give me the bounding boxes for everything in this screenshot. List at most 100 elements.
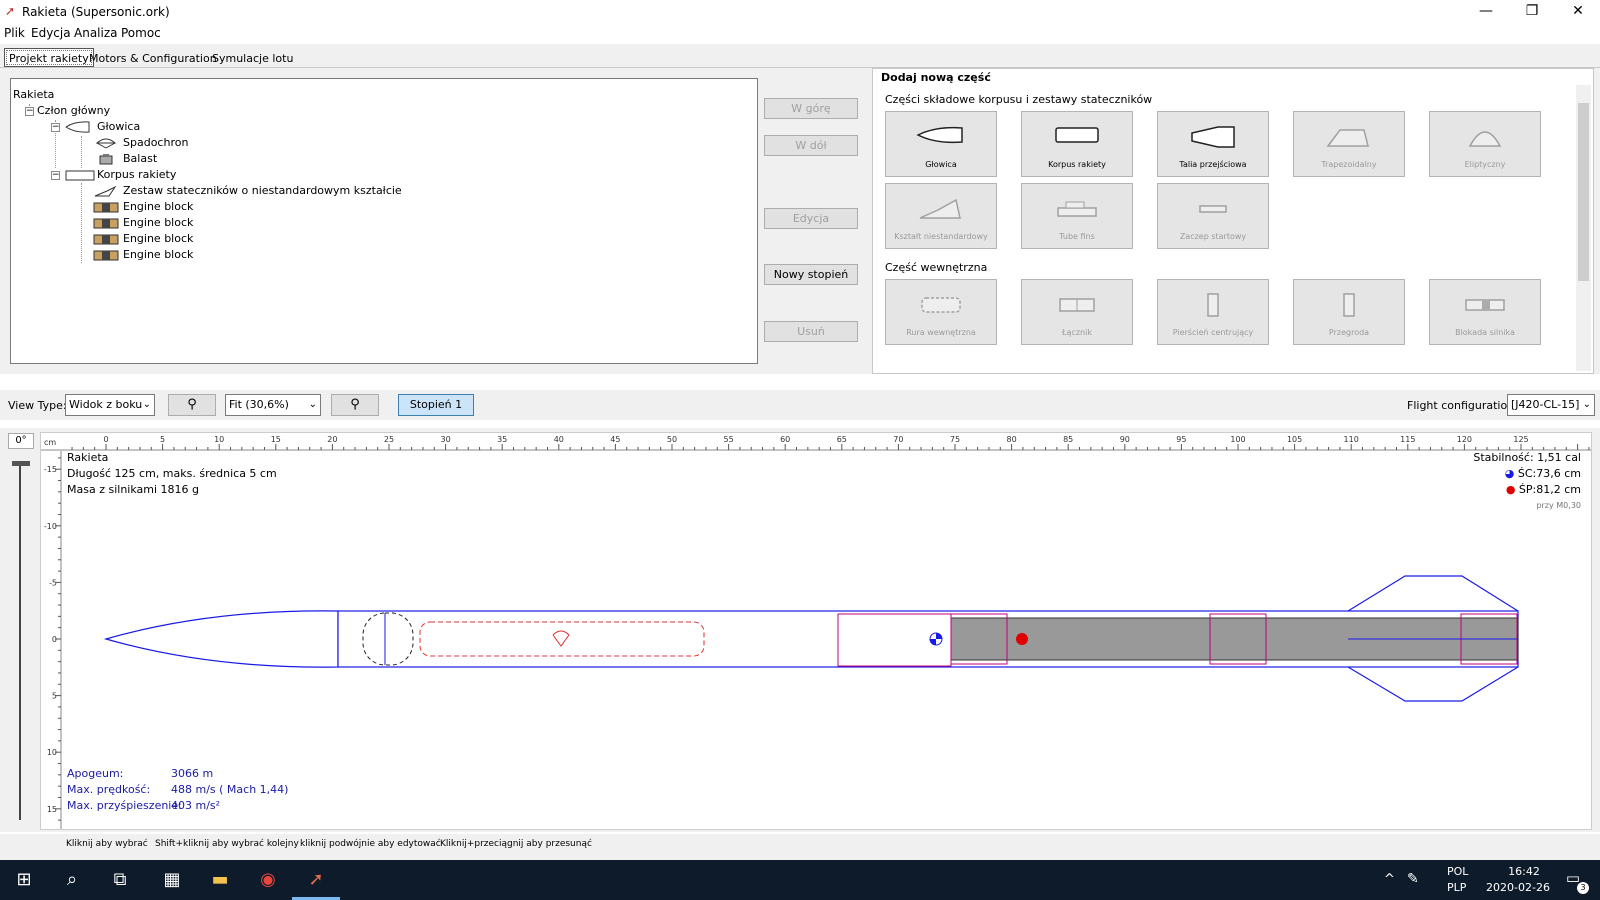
menu-edit[interactable]: Edycja [31, 26, 71, 40]
vertical-ruler: -15-10-5051015 [41, 451, 62, 829]
minimize-button[interactable]: — [1463, 0, 1509, 24]
file-explorer-icon[interactable]: ▬ [196, 860, 244, 900]
tray-chevron-up-icon[interactable]: ^ [1384, 872, 1395, 887]
ruler-tick-label: 85 [1063, 435, 1073, 444]
component-tree[interactable]: Rakieta − Człon główny − Głowica Spadoch… [10, 78, 758, 364]
ruler-tick-label: 40 [554, 435, 564, 444]
collapse-toggle[interactable]: − [51, 171, 60, 180]
rotation-slider[interactable] [12, 456, 36, 826]
openrocket-taskbar-icon[interactable]: ➚ [292, 860, 340, 900]
maximize-button[interactable]: ❐ [1509, 0, 1555, 24]
move-down-button[interactable]: W dół [764, 135, 858, 156]
windows-start-icon[interactable]: ⊞ [0, 860, 48, 900]
menu-help[interactable]: Pomoc [121, 26, 161, 40]
add-launch-lug-button[interactable]: Zaczep startowy [1157, 183, 1269, 249]
max-acceleration-label: Max. przyśpieszenie: [67, 799, 182, 812]
input-language[interactable]: POL [1447, 865, 1468, 878]
hint-bar: Kliknij aby wybrać Shift+kliknij aby wyb… [0, 834, 1600, 862]
nosecone-icon [916, 126, 963, 144]
add-elliptical-fins-button[interactable]: Eliptyczny [1429, 111, 1541, 177]
flight-config-select[interactable]: [J420-CL-15] ⌄ [1507, 394, 1595, 416]
cp-icon: ● [1505, 483, 1516, 496]
clock-date[interactable]: 2020-02-26 [1478, 881, 1558, 894]
add-centering-ring-button[interactable]: Pierścień centrujący [1157, 279, 1269, 345]
tree-item-fins[interactable]: Zestaw stateczników o niestandardowym ks… [123, 183, 402, 199]
add-transition-button[interactable]: Talia przejściowa [1157, 111, 1269, 177]
nosecone-outline[interactable] [103, 610, 339, 668]
zoom-select[interactable]: Fit (30,6%) ⌄ [225, 394, 321, 416]
zoom-in-button[interactable]: ⚲ [168, 394, 216, 416]
tab-motors-configuration[interactable]: Motors & Configuration [84, 48, 222, 67]
view-toolbar: View Type: Widok z boku ⌄ ⚲ Fit (30,6%) ⌄ … [0, 390, 1600, 420]
fin-bottom[interactable] [1347, 666, 1519, 702]
task-view-icon[interactable]: ⧉ [96, 860, 144, 900]
add-nosecone-button[interactable]: Głowica [885, 111, 997, 177]
ruler-tick-label: -15 [44, 465, 57, 474]
palette-title: Dodaj nową część [881, 71, 991, 84]
ruler-tick-label: 55 [724, 435, 734, 444]
rotation-angle: 0° [8, 433, 34, 449]
close-button[interactable]: ✕ [1555, 0, 1600, 24]
view-type-select[interactable]: Widok z boku ⌄ [65, 394, 155, 416]
ruler-tick-label: 0 [103, 435, 108, 444]
add-component-palette: Dodaj nową część Części składowe korpusu… [872, 68, 1594, 374]
menu-file[interactable]: Plik [4, 26, 25, 40]
rocket-dimensions: Długość 125 cm, maks. średnica 5 cm [67, 467, 277, 480]
ruler-tick-label: 45 [610, 435, 620, 444]
zoom-out-button[interactable]: ⚲ [331, 394, 379, 416]
tab-flight-simulations[interactable]: Symulacje lotu [207, 48, 298, 67]
trapezoidal-fins-icon [1326, 129, 1369, 147]
add-coupler-button[interactable]: Łącznik [1021, 279, 1133, 345]
edit-button[interactable]: Edycja [764, 208, 858, 229]
input-layout[interactable]: PLP [1447, 881, 1466, 894]
add-inner-tube-button[interactable]: Rura wewnętrzna [885, 279, 997, 345]
tree-item-engine-block[interactable]: Engine block [123, 199, 193, 215]
add-tube-fins-button[interactable]: Tube fins [1021, 183, 1133, 249]
ruler-tick-label: 60 [780, 435, 790, 444]
chrome-icon[interactable]: ◉ [244, 860, 292, 900]
collapse-toggle[interactable]: − [51, 123, 60, 132]
tree-item-parachute[interactable]: Spadochron [123, 135, 188, 151]
rocket-canvas[interactable]: 0 5 10 15 20 25 30 35 40 45 50 55 60 65 70 75 80 85 90 95 10… [40, 432, 1592, 830]
ruler-tick-label: 125 [1513, 435, 1528, 444]
tree-item-engine-block[interactable]: Engine block [123, 215, 193, 231]
rocket-side-view[interactable] [103, 575, 1519, 702]
collapse-toggle[interactable]: − [25, 107, 34, 116]
hint-double-click: kliknij podwójnie aby edytować [300, 839, 441, 849]
palette-scrollbar[interactable] [1576, 85, 1591, 371]
clock-time[interactable]: 16:42 [1490, 865, 1558, 878]
move-up-button[interactable]: W górę [764, 98, 858, 119]
freeform-fins-icon [94, 185, 117, 197]
search-icon[interactable]: ⌕ [48, 860, 96, 900]
scrollbar-thumb[interactable] [1578, 103, 1589, 281]
menu-analysis[interactable]: Analiza [74, 26, 118, 40]
tree-item-body-tube[interactable]: Korpus rakiety [97, 167, 176, 183]
add-engine-block-button[interactable]: Blokada silnika [1429, 279, 1541, 345]
engine-block-icon [93, 218, 119, 229]
main-tabs: Projekt rakiety Motors & Configuration S… [0, 44, 1600, 68]
new-stage-button[interactable]: Nowy stopień [764, 264, 858, 285]
tree-item-rocket[interactable]: Rakieta [13, 87, 54, 103]
hint-drag: Kliknij+przeciągnij aby przesunąć [440, 839, 592, 849]
tree-item-ballast[interactable]: Balast [123, 151, 157, 167]
add-trapezoidal-fins-button[interactable]: Trapezoidalny [1293, 111, 1405, 177]
tree-item-engine-block[interactable]: Engine block [123, 247, 193, 263]
tab-rocket-design[interactable]: Projekt rakiety [4, 48, 94, 67]
stage-1-toggle[interactable]: Stopień 1 [398, 394, 474, 416]
slider-handle[interactable] [12, 461, 30, 466]
hint-click: Kliknij aby wybrać [66, 839, 148, 849]
pen-icon[interactable]: ✎ [1407, 871, 1419, 887]
add-freeform-fins-button[interactable]: Kształt niestandardowy [885, 183, 997, 249]
add-bulkhead-button[interactable]: Przegroda [1293, 279, 1405, 345]
tree-item-engine-block[interactable]: Engine block [123, 231, 193, 247]
tree-item-nosecone[interactable]: Głowica [97, 119, 140, 135]
bulkhead-icon [1343, 293, 1355, 317]
apogee-value: 3066 m [171, 767, 214, 780]
ruler-tick-label: 50 [667, 435, 677, 444]
delete-button[interactable]: Usuń [764, 321, 858, 342]
body-tube-icon [1055, 127, 1099, 143]
tree-item-stage[interactable]: Człon główny [37, 103, 110, 119]
calculator-icon[interactable]: ▦ [148, 860, 196, 900]
fin-top[interactable] [1347, 575, 1519, 612]
add-body-tube-button[interactable]: Korpus rakiety [1021, 111, 1133, 177]
